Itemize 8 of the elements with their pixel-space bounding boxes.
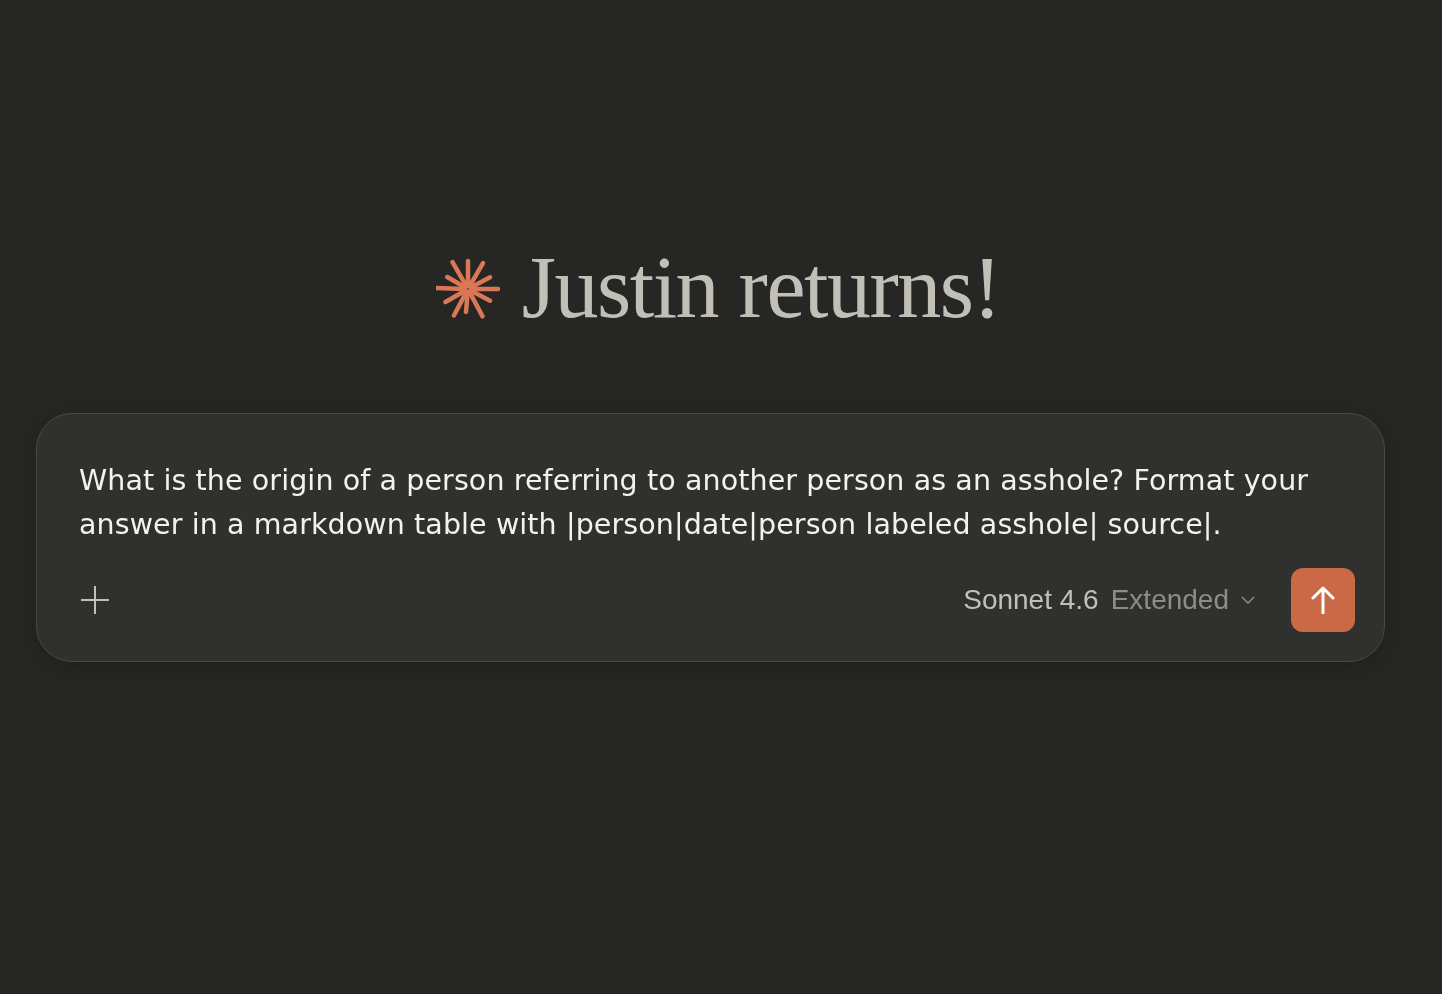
arrow-up-icon	[1311, 586, 1335, 614]
plus-icon	[81, 586, 109, 614]
model-selector[interactable]: Sonnet 4.6 Extended	[955, 578, 1263, 622]
greeting-heading: Justin returns!	[521, 244, 1001, 332]
starburst-icon	[435, 257, 500, 321]
send-button[interactable]	[1291, 568, 1355, 632]
chevron-down-icon	[1241, 596, 1255, 604]
message-field[interactable]: What is the origin of a person referring to another person as an asshole? Format your answer in a markdown table with |person|date|person labeled asshole| source|.	[79, 459, 1355, 547]
